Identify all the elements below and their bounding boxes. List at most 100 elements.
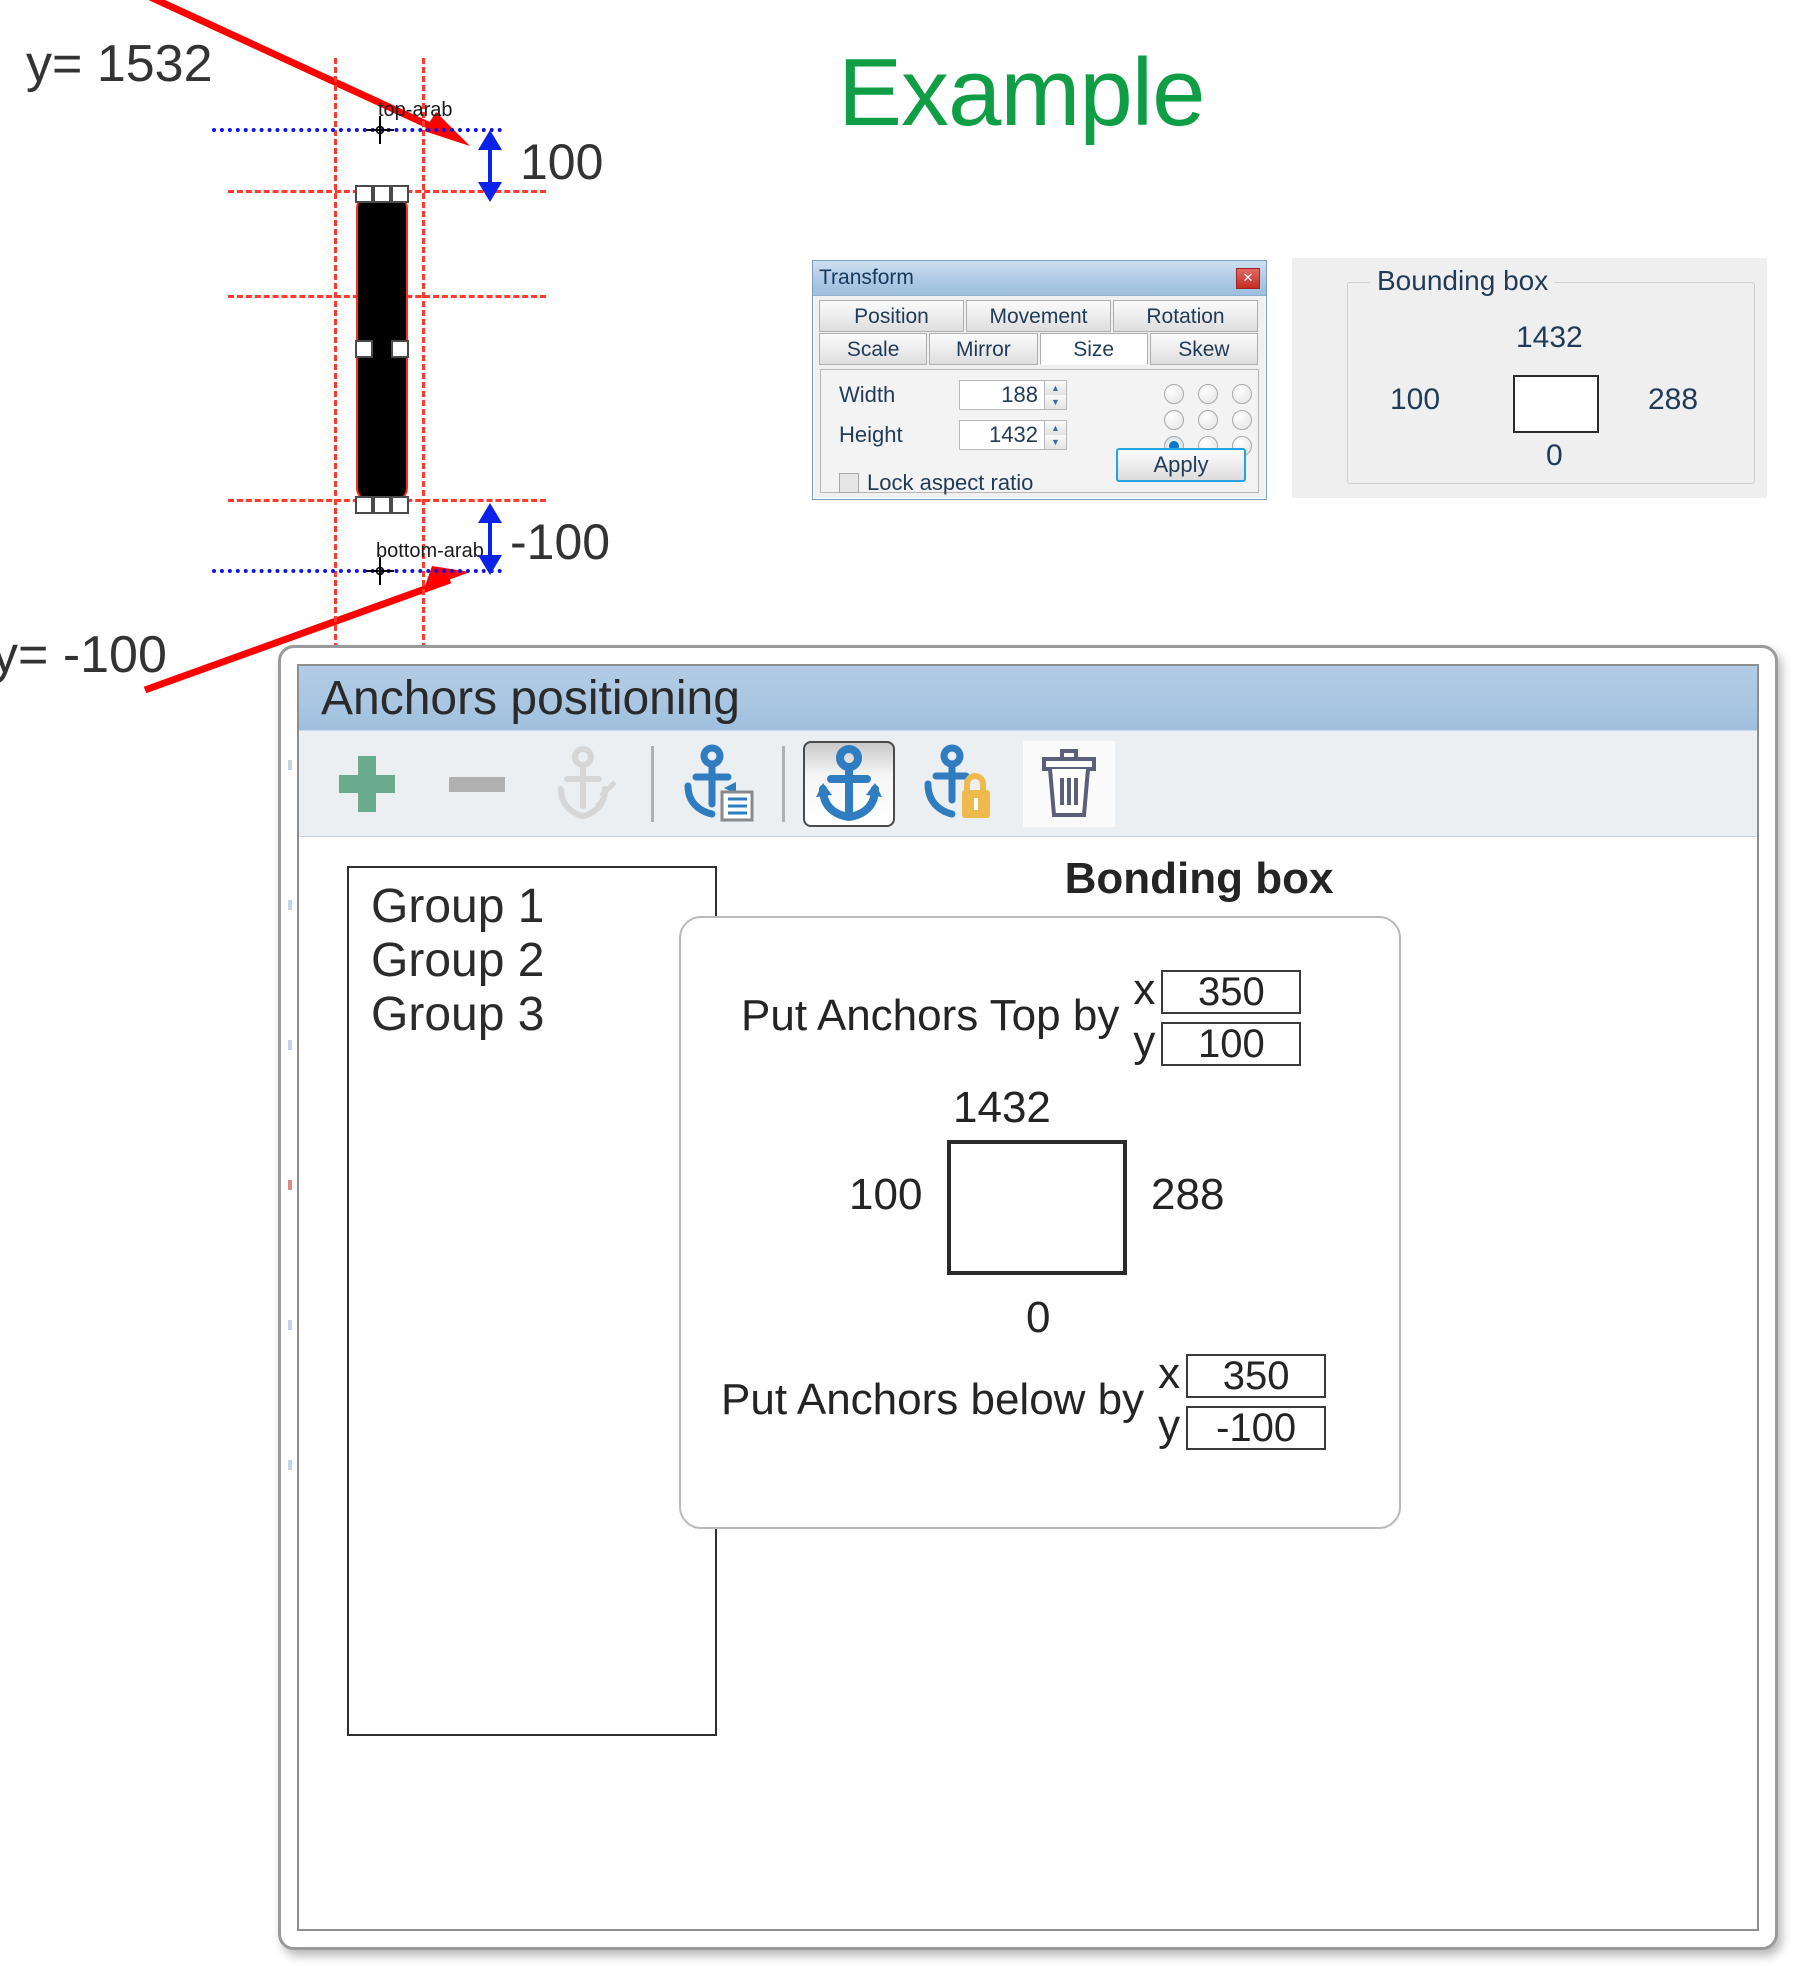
- top-y-input[interactable]: 100: [1161, 1022, 1302, 1066]
- selection-handle[interactable]: [355, 496, 373, 514]
- bottom-x-input[interactable]: 350: [1186, 1354, 1327, 1398]
- height-label: Height: [839, 422, 903, 447]
- anchors-positioning-window[interactable]: Anchors positioning Group 1 Group 2 Grou…: [278, 645, 1778, 1950]
- top-anchor-line: [212, 128, 502, 132]
- selection-handle[interactable]: [391, 185, 409, 203]
- bonding-box-left-value: 100: [849, 1170, 923, 1219]
- vertical-guide-left: [334, 58, 337, 658]
- toolbar-separator: [782, 745, 785, 822]
- bonding-box-bottom-value: 0: [1026, 1293, 1051, 1342]
- width-stepper[interactable]: ▲ ▼: [1045, 380, 1067, 410]
- transform-dialog-title: Transform: [819, 266, 914, 289]
- height-input[interactable]: 1432: [959, 420, 1045, 450]
- transform-titlebar: Transform ✕: [813, 261, 1266, 296]
- tab-skew[interactable]: Skew: [1149, 333, 1258, 365]
- list-item[interactable]: Group 2: [371, 934, 715, 988]
- bbox-left-value: 100: [1390, 383, 1441, 416]
- bbox-bottom-value: 0: [1546, 439, 1563, 472]
- tab-mirror[interactable]: Mirror: [929, 333, 1038, 365]
- bbox-right-value: 288: [1648, 383, 1699, 416]
- lock-aspect-ratio-label: Lock aspect ratio: [867, 470, 1034, 495]
- bottom-gap-value: -100: [510, 514, 611, 570]
- width-input[interactable]: 188: [959, 380, 1045, 410]
- bottom-anchor-line: [212, 569, 502, 573]
- list-item[interactable]: Group 1: [371, 880, 715, 934]
- bottom-y-input[interactable]: -100: [1186, 1406, 1327, 1450]
- origin-radio-0[interactable]: [1164, 384, 1184, 404]
- canvas-speckle: [288, 1460, 292, 1470]
- group-list[interactable]: Group 1 Group 2 Group 3: [347, 866, 717, 1736]
- close-icon[interactable]: ✕: [1236, 267, 1260, 289]
- apply-button[interactable]: Apply: [1116, 448, 1246, 482]
- origin-radio-1[interactable]: [1198, 384, 1218, 404]
- y-top-annotation: y= 1532: [26, 35, 213, 93]
- bottom-anchor-label: bottom-arab: [376, 540, 484, 562]
- bounding-box-rect: [1513, 375, 1599, 433]
- transform-tabs-row1: Position Movement Rotation: [813, 300, 1266, 332]
- origin-radio-4[interactable]: [1198, 410, 1218, 430]
- canvas-speckle: [288, 900, 292, 910]
- tab-rotation[interactable]: Rotation: [1113, 300, 1258, 332]
- tab-movement[interactable]: Movement: [966, 300, 1111, 332]
- anchor-origin-grid[interactable]: [1164, 384, 1258, 456]
- edit-anchor-button[interactable]: [541, 741, 633, 827]
- height-stepper[interactable]: ▲ ▼: [1045, 420, 1067, 450]
- put-anchors-top-fields: x 350 y 100: [1133, 965, 1302, 1066]
- bottom-x-key: x: [1158, 1349, 1181, 1398]
- anchor-list-button[interactable]: [672, 741, 764, 827]
- canvas-speckle: [288, 1320, 292, 1330]
- trash-icon: [1042, 748, 1096, 817]
- bottom-y-key: y: [1158, 1401, 1181, 1450]
- selection-handle[interactable]: [373, 185, 391, 203]
- put-anchors-below-fields: x 350 y -100: [1158, 1349, 1327, 1450]
- canvas-speckle: [288, 1040, 292, 1050]
- tab-size[interactable]: Size: [1039, 333, 1148, 365]
- bottom-gap-measure-icon: [478, 503, 502, 575]
- plus-icon: [339, 755, 395, 812]
- remove-anchor-button[interactable]: [431, 741, 523, 827]
- tab-scale[interactable]: Scale: [819, 333, 928, 365]
- list-item[interactable]: Group 3: [371, 988, 715, 1042]
- put-anchors-below-row: Put Anchors below by x 350 y -100: [721, 1349, 1327, 1450]
- bonding-box-title: Bonding box: [1064, 854, 1334, 903]
- canvas-speckle: [288, 1180, 292, 1190]
- add-anchor-button[interactable]: [321, 741, 413, 827]
- top-x-key: x: [1133, 965, 1156, 1014]
- put-anchors-below-label: Put Anchors below by: [721, 1375, 1145, 1424]
- origin-radio-3[interactable]: [1164, 410, 1184, 430]
- transform-tabs-row2: Scale Mirror Size Skew: [813, 333, 1266, 365]
- top-gap-measure-icon: [478, 130, 502, 202]
- lock-aspect-ratio-checkbox[interactable]: [839, 473, 859, 493]
- origin-radio-5[interactable]: [1232, 410, 1252, 430]
- bounding-box-legend: Bounding box: [1370, 265, 1556, 297]
- minus-icon: [449, 776, 505, 792]
- bonding-box-rect: [947, 1140, 1127, 1275]
- anchor-place-button[interactable]: [803, 740, 895, 827]
- height-row: Height 1432 ▲ ▼: [839, 420, 1138, 450]
- anchors-toolbar: [299, 731, 1757, 837]
- bounding-box-group: Bounding box 1432 100 288 0: [1347, 265, 1755, 484]
- example-title: Example: [838, 39, 1205, 146]
- transform-dialog[interactable]: Transform ✕ Position Movement Rotation S…: [812, 260, 1267, 500]
- anchors-window-title: Anchors positioning: [321, 671, 740, 725]
- top-anchor-label: top-arab: [378, 99, 453, 121]
- width-row: Width 188 ▲ ▼: [839, 380, 1138, 410]
- top-x-input[interactable]: 350: [1161, 970, 1302, 1014]
- anchor-pencil-icon: [558, 745, 617, 819]
- selection-handle[interactable]: [373, 496, 391, 514]
- canvas-speckle: [288, 760, 292, 770]
- bbox-top-value: 1432: [1516, 321, 1583, 354]
- delete-button[interactable]: [1023, 740, 1115, 827]
- anchor-lock-button[interactable]: [913, 741, 1005, 827]
- put-anchors-top-label: Put Anchors Top by: [741, 991, 1120, 1040]
- vertical-guide-right: [422, 58, 425, 658]
- anchors-titlebar: Anchors positioning: [299, 666, 1757, 731]
- selection-handle[interactable]: [355, 340, 373, 358]
- anchor-list-icon: [684, 744, 754, 821]
- tab-position[interactable]: Position: [819, 300, 964, 332]
- selection-handle[interactable]: [391, 496, 409, 514]
- origin-radio-2[interactable]: [1232, 384, 1252, 404]
- y-bottom-annotation: y= -100: [0, 626, 167, 684]
- selection-handle[interactable]: [391, 340, 409, 358]
- selection-handle[interactable]: [355, 185, 373, 203]
